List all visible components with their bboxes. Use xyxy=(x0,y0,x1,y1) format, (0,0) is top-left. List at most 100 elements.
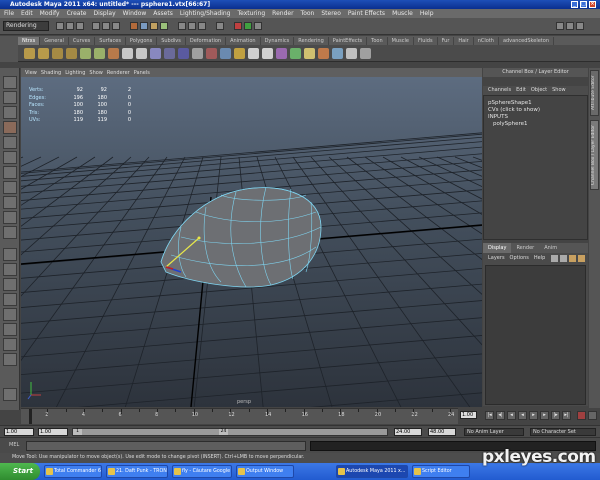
shelf-tool-icon[interactable] xyxy=(304,48,315,59)
move-layer-up-icon[interactable] xyxy=(551,255,558,262)
layer-tab-anim[interactable]: Anim xyxy=(539,243,562,253)
play-forwards-button[interactable]: ▸ xyxy=(529,411,538,420)
pick-mask-icon[interactable] xyxy=(160,22,168,30)
taskbar-button[interactable]: Autodesk Maya 2011 x... xyxy=(336,465,408,478)
auto-key-icon[interactable] xyxy=(577,411,586,420)
layer-menu-options[interactable]: Options xyxy=(510,255,529,261)
panel-menu-renderer[interactable]: Renderer xyxy=(107,70,130,76)
panel-menu-lighting[interactable]: Lighting xyxy=(65,70,85,76)
show-attribute-editor-icon[interactable] xyxy=(556,22,564,30)
shelf-tool-icon[interactable] xyxy=(66,48,77,59)
shelf-tool-icon[interactable] xyxy=(122,48,133,59)
end-time-field[interactable]: 48.00 xyxy=(428,428,456,436)
layout-persp-graph-icon[interactable] xyxy=(3,323,17,336)
mute-icon[interactable] xyxy=(3,388,17,401)
layout-hypershade-icon[interactable] xyxy=(3,308,17,321)
cvs-toggle[interactable]: CVs (click to show) xyxy=(488,107,583,114)
channel-menu-channels[interactable]: Channels xyxy=(488,87,511,93)
history-icon[interactable] xyxy=(216,22,224,30)
select-hierarchy-icon[interactable] xyxy=(92,22,100,30)
pick-mask-icon[interactable] xyxy=(130,22,138,30)
panel-menu-shading[interactable]: Shading xyxy=(41,70,61,76)
taskbar-button[interactable]: Output Window xyxy=(236,465,294,478)
layout-four-icon[interactable] xyxy=(3,263,17,276)
command-input[interactable] xyxy=(26,441,306,451)
shelf-tool-icon[interactable] xyxy=(318,48,329,59)
menu-render[interactable]: Render xyxy=(272,10,293,17)
shelf-tool-icon[interactable] xyxy=(38,48,49,59)
taskbar-button[interactable]: Script Editor xyxy=(412,465,470,478)
layer-tab-render[interactable]: Render xyxy=(511,243,539,253)
shelf-tool-icon[interactable] xyxy=(178,48,189,59)
go-to-end-button[interactable]: ▸| xyxy=(562,411,571,420)
taskbar-button[interactable]: fly - Căutare Google - Go... xyxy=(172,465,232,478)
menu-muscle[interactable]: Muscle xyxy=(392,10,413,17)
new-layer-icon[interactable] xyxy=(569,255,576,262)
menu-window[interactable]: Window xyxy=(123,10,147,17)
shelf-tab-animation[interactable]: Animation xyxy=(226,37,261,45)
rotate-tool-icon[interactable] xyxy=(3,136,17,149)
shape-node-name[interactable]: pSphereShape1 xyxy=(488,100,583,107)
taskbar-button[interactable]: Total Commander 6.03 - ... xyxy=(44,465,102,478)
channel-menu-show[interactable]: Show xyxy=(552,87,566,93)
new-layer-selected-icon[interactable] xyxy=(578,255,585,262)
paint-select-tool-icon[interactable] xyxy=(3,106,17,119)
shelf-tab-surfaces[interactable]: Surfaces xyxy=(95,37,126,45)
shelf-tool-icon[interactable] xyxy=(360,48,371,59)
psphere-mesh[interactable] xyxy=(160,186,322,288)
snap-grid-icon[interactable] xyxy=(178,22,186,30)
layout-persp-outliner-icon[interactable] xyxy=(3,278,17,291)
shelf-tool-icon[interactable] xyxy=(234,48,245,59)
shelf-tab-painteffects[interactable]: PaintEffects xyxy=(329,37,368,45)
shelf-tab-polygons[interactable]: Polygons xyxy=(126,37,158,45)
select-tool-icon[interactable] xyxy=(3,76,17,89)
menu-toon[interactable]: Toon xyxy=(301,10,315,17)
channel-menu-edit[interactable]: Edit xyxy=(516,87,526,93)
menu-help[interactable]: Help xyxy=(420,10,434,17)
range-start-handle[interactable]: 1 xyxy=(73,429,82,435)
pick-mask-icon[interactable] xyxy=(150,22,158,30)
character-set-dropdown[interactable]: No Character Set xyxy=(530,428,596,436)
perspective-viewport[interactable]: Verts: 92 92 2 Edges: 196 180 0 Faces: 100 100 0 Tri… xyxy=(21,77,482,407)
shelf-tab-curves[interactable]: Curves xyxy=(69,37,96,45)
shelf-tool-icon[interactable] xyxy=(164,48,175,59)
panel-menu-panels[interactable]: Panels xyxy=(134,70,150,76)
shelf-tool-icon[interactable] xyxy=(248,48,259,59)
soft-mod-tool-icon[interactable] xyxy=(3,166,17,179)
menu-edit[interactable]: Edit xyxy=(21,10,33,17)
shelf-tool-icon[interactable] xyxy=(136,48,147,59)
shelf-tab-fur[interactable]: Fur xyxy=(438,37,455,45)
shelf-tab-ncloth[interactable]: nCloth xyxy=(474,37,499,45)
render-settings-icon[interactable] xyxy=(254,22,262,30)
script-language-label[interactable]: MEL xyxy=(9,442,19,448)
play-backwards-button[interactable]: ◂ xyxy=(518,411,527,420)
close-button[interactable]: × xyxy=(589,1,596,8)
snap-point-icon[interactable] xyxy=(198,22,206,30)
save-scene-icon[interactable] xyxy=(76,22,84,30)
menu-paint-effects[interactable]: Paint Effects xyxy=(348,10,385,17)
playback-end-field[interactable]: 24.00 xyxy=(394,428,422,436)
sculpt-tool-icon[interactable] xyxy=(3,211,17,224)
last-tool-icon[interactable] xyxy=(3,196,17,209)
menu-lighting-shading[interactable]: Lighting/Shading xyxy=(180,10,231,17)
minimize-button[interactable]: _ xyxy=(571,1,578,8)
start-time-field[interactable]: 1.00 xyxy=(4,428,34,436)
move-tool-icon[interactable] xyxy=(3,121,17,134)
range-end-handle[interactable]: 24 xyxy=(219,429,228,435)
shelf-tool-icon[interactable] xyxy=(52,48,63,59)
shelf-tool-icon[interactable] xyxy=(94,48,105,59)
panel-menu-view[interactable]: View xyxy=(25,70,37,76)
layout-custom-icon[interactable] xyxy=(3,353,17,366)
playback-start-field[interactable]: 1.00 xyxy=(38,428,68,436)
show-tool-settings-icon[interactable] xyxy=(566,22,574,30)
shelf-tool-icon[interactable] xyxy=(192,48,203,59)
shelf-tab-ntrxs[interactable]: Ntrxs xyxy=(18,37,41,45)
attribute-editor-tab[interactable]: Attribute Editor xyxy=(590,70,599,116)
shelf-tool-icon[interactable] xyxy=(108,48,119,59)
layout-persp-graph-icon[interactable] xyxy=(3,293,17,306)
shelf-tool-icon[interactable] xyxy=(346,48,357,59)
anim-layer-dropdown[interactable]: No Anim Layer xyxy=(464,428,524,436)
shelf-tool-icon[interactable] xyxy=(206,48,217,59)
channel-menu-object[interactable]: Object xyxy=(531,87,547,93)
shelf-tab-dynamics[interactable]: Dynamics xyxy=(261,37,295,45)
